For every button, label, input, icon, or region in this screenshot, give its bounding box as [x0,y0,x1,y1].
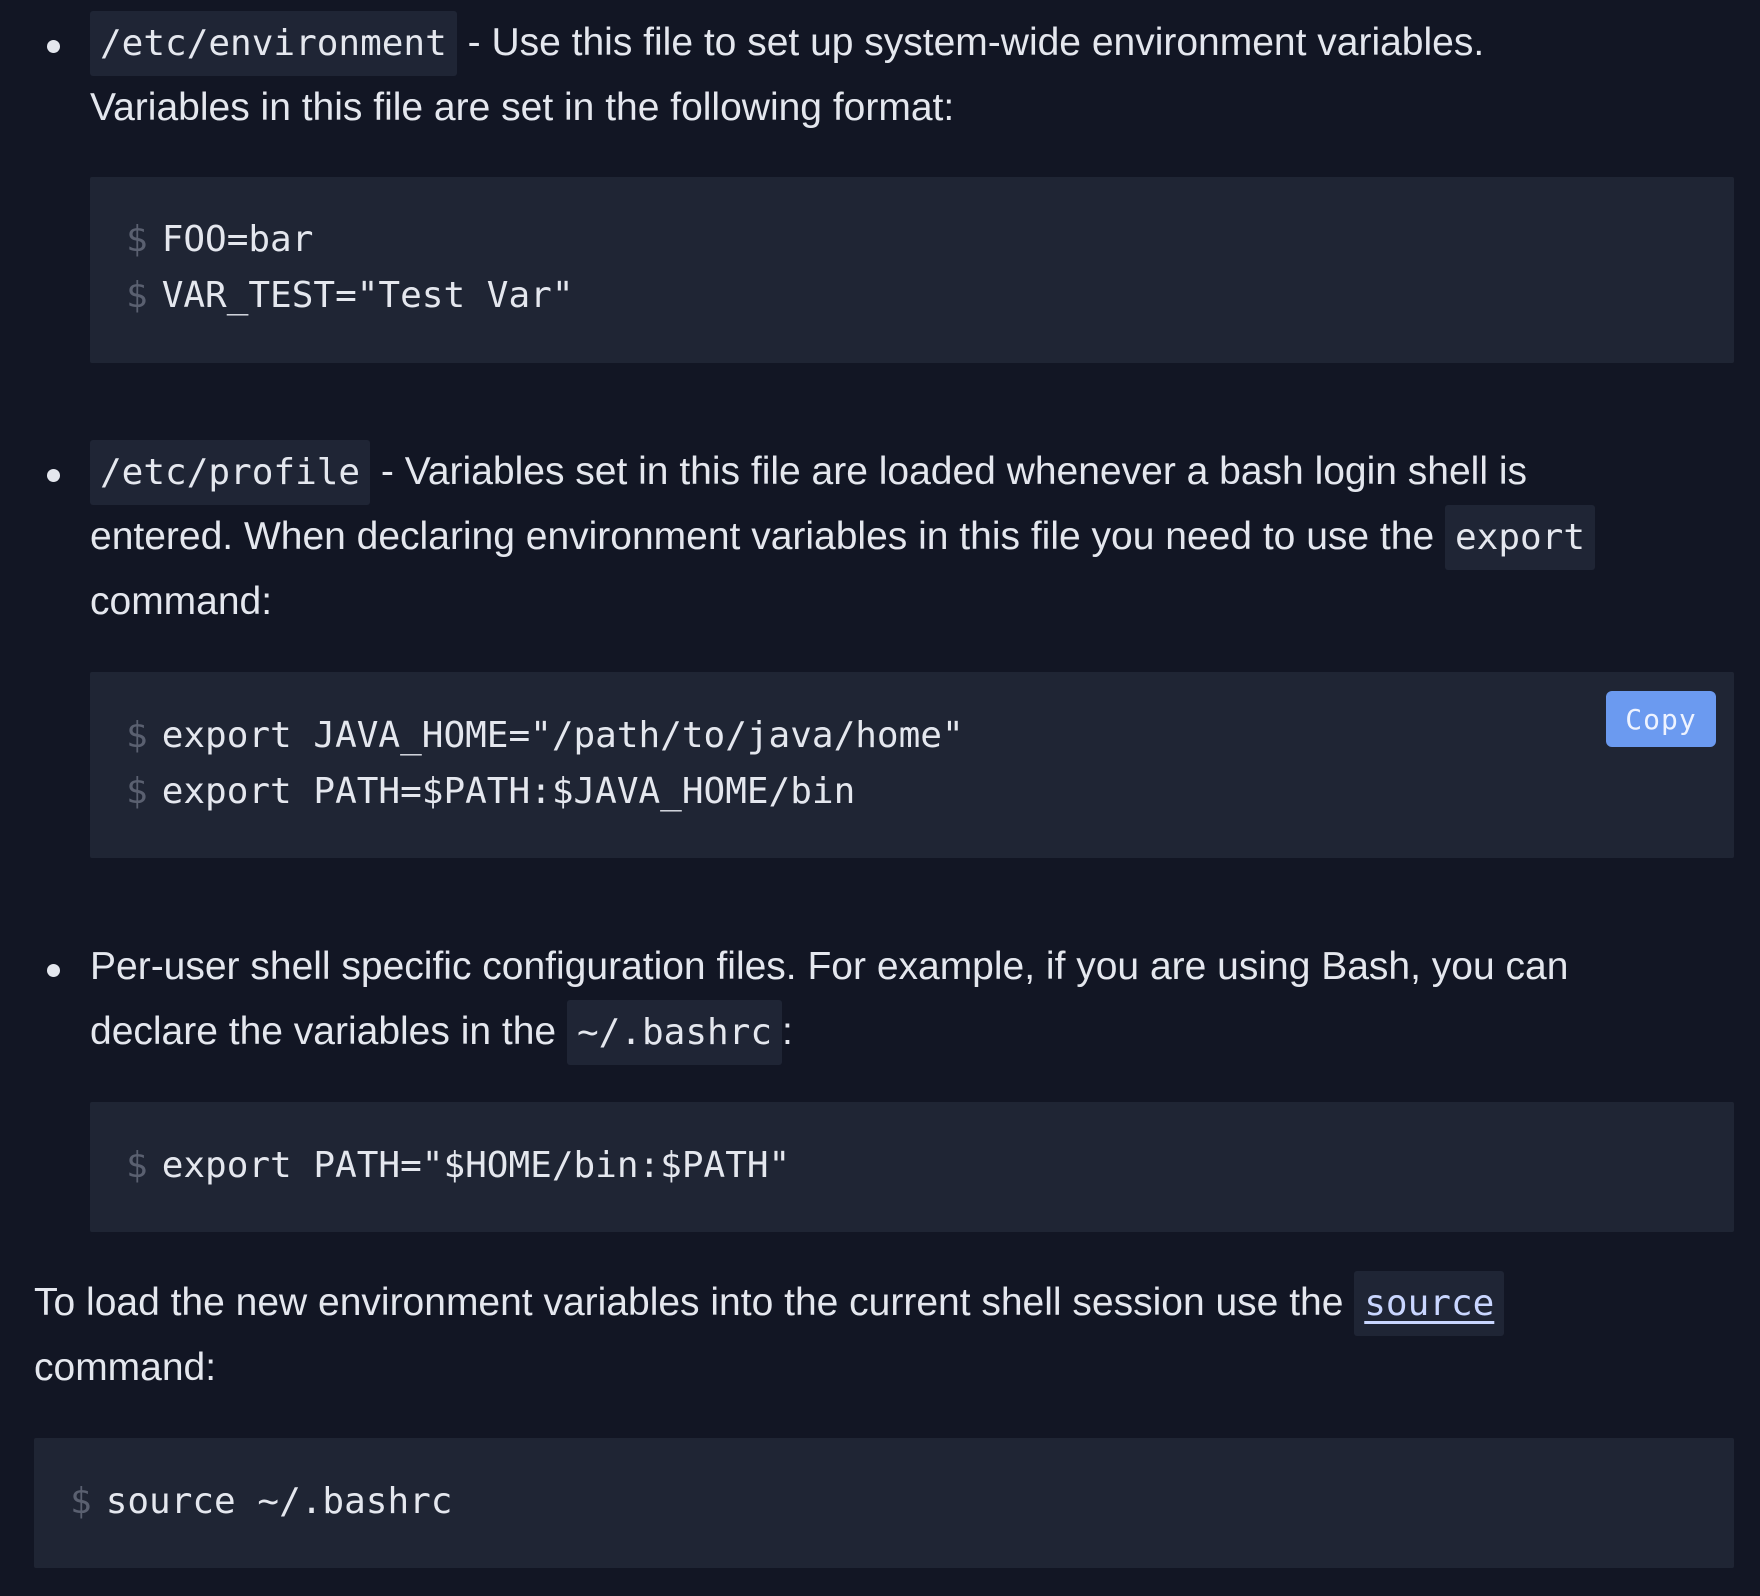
paragraph-text: command: [34,1335,216,1401]
item-text: declare the variables in the [90,1010,567,1053]
code-block: $ export JAVA_HOME="/path/to/java/home" $… [90,672,1734,858]
code-text: export PATH=$PATH:$JAVA_HOME/bin [161,771,856,812]
item-text: Per-user shell specific configuration fi… [90,945,1569,988]
item-text: Variables in this file are set in the fo… [90,86,955,129]
item-text: entered. When declaring environment vari… [90,515,1445,558]
list-item-text: command: [90,569,272,635]
code-block: $ FOO=bar $ VAR_TEST="Test Var" [90,177,1734,363]
list-bullet [47,469,60,482]
code-text: source ~/.bashrc [105,1481,453,1522]
source-link[interactable]: source [1364,1283,1494,1324]
prompt-symbol: $ [126,1145,148,1186]
code-line: $ VAR_TEST="Test Var" [126,268,574,324]
paragraph-text-run: command: [34,1346,217,1389]
copy-button[interactable]: Copy [1606,691,1716,747]
inline-code: /etc/profile [90,440,371,505]
prompt-symbol: $ [70,1481,92,1522]
inline-code: export [1444,505,1596,570]
list-item-text: /etc/environment - Use this file to set … [90,10,1484,76]
paragraph-text-run: To load the new environment variables in… [34,1281,1355,1324]
code-line: $ export PATH=$PATH:$JAVA_HOME/bin [126,764,855,820]
item-text: : [782,1010,793,1053]
prompt-symbol: $ [126,771,148,812]
list-item-text: Per-user shell specific configuration fi… [90,934,1568,1000]
code-line: $ FOO=bar [126,212,313,268]
code-line: $ source ~/.bashrc [70,1474,452,1530]
prompt-symbol: $ [126,275,148,316]
prompt-symbol: $ [126,715,148,756]
list-bullet [47,964,60,977]
code-text: FOO=bar [161,219,314,260]
prompt-symbol: $ [126,219,148,260]
inline-code-link[interactable]: source [1354,1271,1505,1336]
item-text: command: [90,580,273,623]
inline-code: ~/.bashrc [566,1000,783,1065]
list-item-text: /etc/profile - Variables set in this fil… [90,439,1527,505]
list-item-text: entered. When declaring environment vari… [90,504,1596,570]
code-text: export PATH="$HOME/bin:$PATH" [161,1145,791,1186]
list-bullet [47,40,60,53]
list-item-text: Variables in this file are set in the fo… [90,75,954,141]
code-text: VAR_TEST="Test Var" [161,275,574,316]
paragraph-text: To load the new environment variables in… [34,1270,1505,1336]
item-text: - Use this file to set up system-wide en… [456,21,1485,64]
inline-code: /etc/environment [90,11,457,76]
code-line: $ export PATH="$HOME/bin:$PATH" [126,1138,790,1194]
code-block: $ source ~/.bashrc [34,1438,1734,1568]
list-item-text: declare the variables in the ~/.bashrc: [90,999,793,1065]
item-text: - Variables set in this file are loaded … [370,450,1528,493]
code-text: export JAVA_HOME="/path/to/java/home" [161,715,964,756]
code-line: $ export JAVA_HOME="/path/to/java/home" [126,708,964,764]
code-block: $ export PATH="$HOME/bin:$PATH" [90,1102,1734,1232]
